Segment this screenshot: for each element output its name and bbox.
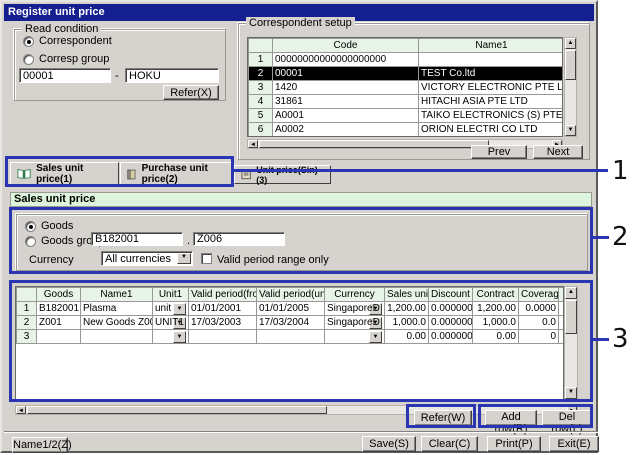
callout-2-line — [593, 236, 609, 239]
correspondent-header-row: Code Name1 — [249, 39, 564, 53]
radio-dot-icon — [23, 36, 34, 47]
correspondent-table-viewport: Code Name1 1 00000000000000000000 2 0000… — [247, 37, 563, 137]
table-row[interactable]: 3 1420 VICTORY ELECTRONIC PTE LTD — [249, 81, 564, 95]
corresp-group-radio[interactable]: Corresp group — [23, 53, 109, 65]
name1-header: Name1 — [419, 39, 564, 53]
table-row[interactable]: 7 A0003 TOSHIBA CORPORATION — [249, 137, 564, 138]
table-row[interactable]: 5 A0001 TAIKO ELECTRONICS (S) PTE LTD — [249, 109, 564, 123]
hscroll-thumb[interactable] — [27, 406, 327, 414]
code-cell[interactable]: A0002 — [273, 123, 419, 137]
code-cell[interactable]: A0001 — [273, 109, 419, 123]
print-button[interactable]: Print(P) — [487, 436, 541, 452]
code-header: Code — [273, 39, 419, 53]
row-number-cell: 7 — [249, 137, 273, 138]
row-number-header — [249, 39, 273, 53]
exit-button[interactable]: Exit(E) — [549, 436, 599, 452]
scroll-down-icon[interactable]: ▼ — [565, 125, 576, 136]
callout-3-box — [9, 280, 593, 402]
correspondent-code-to-input[interactable] — [125, 68, 219, 83]
correspondent-vscrollbar[interactable]: ▲ ▼ — [564, 37, 577, 137]
table-row[interactable]: 6 A0002 ORION ELECTRI CO LTD — [249, 123, 564, 137]
name12-button[interactable]: Name1/2(Z) — [12, 437, 68, 453]
name-cell[interactable]: TEST Co.ltd — [419, 67, 564, 81]
correspondent-radio[interactable]: Correspondent — [23, 35, 112, 47]
screenshot-canvas: Register unit price Read condition Corre… — [0, 0, 643, 455]
corresp-group-radio-label: Corresp group — [39, 53, 109, 65]
row-number-cell: 5 — [249, 109, 273, 123]
row-number-cell: 2 — [249, 67, 273, 81]
tab-unit-sin-label: Unit price(Sin)(3) — [256, 165, 324, 185]
name-cell[interactable]: VICTORY ELECTRONIC PTE LTD — [419, 81, 564, 95]
hscroll-thumb[interactable] — [259, 140, 489, 148]
scroll-up-icon[interactable]: ▲ — [565, 38, 576, 49]
callout-1-box — [5, 156, 234, 187]
table-row[interactable]: 1 00000000000000000000 — [249, 53, 564, 67]
callout-2-number: 2 — [612, 224, 629, 250]
scroll-left-icon[interactable]: ◄ — [16, 406, 26, 414]
callout-1-number: 1 — [612, 158, 629, 184]
callout-1-line — [234, 169, 608, 172]
correspondent-table: Code Name1 1 00000000000000000000 2 0000… — [248, 38, 563, 137]
code-cell[interactable]: 00001 — [273, 67, 419, 81]
row-number-cell: 4 — [249, 95, 273, 109]
code-cell[interactable]: 31861 — [273, 95, 419, 109]
refer-x-button[interactable]: Refer(X) — [163, 85, 219, 100]
vscroll-thumb[interactable] — [565, 50, 576, 80]
code-cell[interactable]: 1420 — [273, 81, 419, 95]
bottom-separator — [4, 431, 598, 433]
read-condition-legend: Read condition — [22, 23, 101, 35]
row-number-cell: 3 — [249, 81, 273, 95]
correspondent-setup-group: Correspondent setup Code Name1 1 0000000… — [238, 23, 590, 160]
clear-button[interactable]: Clear(C) — [421, 436, 478, 452]
sales-unit-price-section-title: Sales unit price — [10, 192, 592, 207]
next-button[interactable]: Next — [533, 145, 583, 159]
name-cell[interactable]: TAIKO ELECTRONICS (S) PTE LTD — [419, 109, 564, 123]
correspondent-radio-label: Correspondent — [39, 35, 112, 47]
refer-button-highlight-box — [406, 404, 476, 428]
range-separator: - — [115, 70, 119, 82]
correspondent-code-from-input[interactable] — [19, 68, 111, 83]
table-row[interactable]: 4 31861 HITACHI ASIA PTE LTD — [249, 95, 564, 109]
callout-3-number: 3 — [612, 326, 629, 352]
name-cell[interactable]: ORION ELECTRI CO LTD — [419, 123, 564, 137]
radio-dot-icon — [23, 54, 34, 65]
name-cell[interactable]: TOSHIBA CORPORATION — [419, 137, 564, 138]
row-number-cell: 1 — [249, 53, 273, 67]
name-cell[interactable]: HITACHI ASIA PTE LTD — [419, 95, 564, 109]
name-cell[interactable] — [419, 53, 564, 67]
tab-unit-price-sin[interactable]: Unit price(Sin)(3) — [234, 165, 331, 184]
row-number-cell: 6 — [249, 123, 273, 137]
window-title: Register unit price — [8, 6, 105, 18]
save-button[interactable]: Save(S) — [362, 436, 416, 452]
scroll-left-icon[interactable]: ◄ — [248, 140, 258, 148]
callout-3-line — [593, 338, 609, 341]
code-cell[interactable]: A0003 — [273, 137, 419, 138]
addrow-delrow-highlight-box — [478, 404, 593, 428]
correspondent-setup-legend: Correspondent setup — [246, 17, 355, 29]
section-title-text: Sales unit price — [14, 193, 95, 205]
callout-2-box — [9, 207, 593, 274]
prev-button[interactable]: Prev — [471, 145, 527, 159]
table-row-selected[interactable]: 2 00001 TEST Co.ltd — [249, 67, 564, 81]
read-condition-group: Read condition Correspondent Corresp gro… — [14, 29, 226, 101]
code-cell[interactable]: 00000000000000000000 — [273, 53, 419, 67]
